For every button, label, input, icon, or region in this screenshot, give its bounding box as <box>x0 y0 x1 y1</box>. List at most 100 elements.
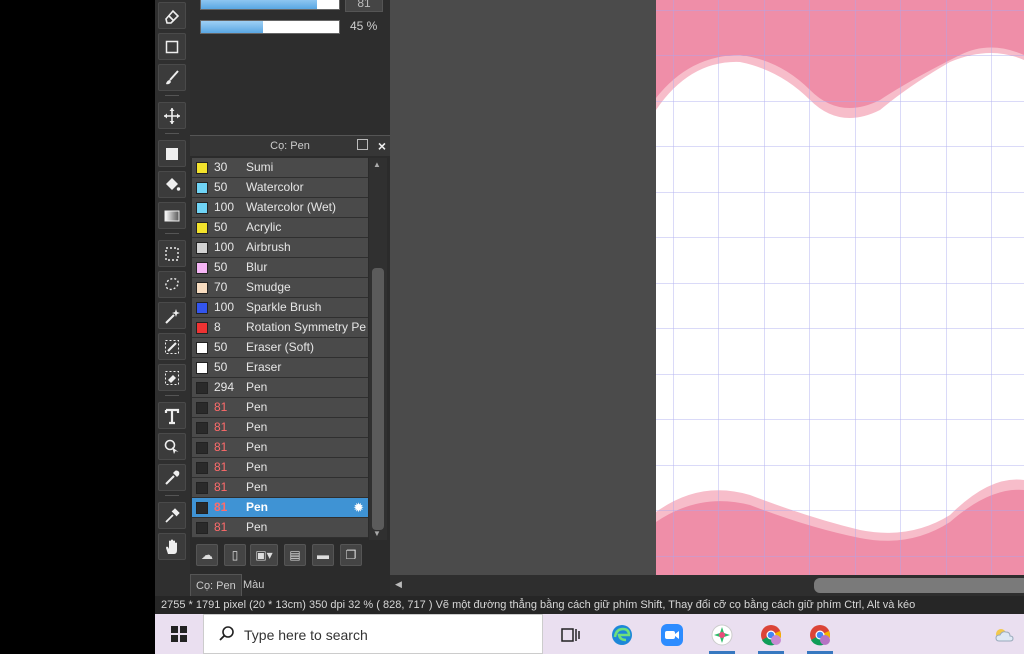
brush-row[interactable]: 50 Watercolor <box>192 178 368 198</box>
brush-row[interactable]: 30 Sumi <box>192 158 368 178</box>
search-box[interactable]: Type here to search <box>203 614 543 654</box>
move-tool-icon[interactable] <box>158 102 186 129</box>
eraser-tool-icon[interactable] <box>158 2 186 29</box>
brush-color-swatch[interactable] <box>196 322 208 334</box>
tab-color[interactable]: Màu <box>238 574 269 596</box>
brush-size: 81 <box>214 520 228 534</box>
chrome-profile-icon[interactable] <box>801 619 839 654</box>
cloud-brush-icon[interactable]: ☁ <box>196 544 218 566</box>
brush-row[interactable]: 50 Blur <box>192 258 368 278</box>
brush-size: 81 <box>214 440 228 454</box>
size-slider[interactable] <box>200 0 340 10</box>
hscroll-thumb[interactable] <box>814 578 1024 593</box>
brush-row[interactable]: 100 Sparkle Brush <box>192 298 368 318</box>
zoom-icon[interactable] <box>653 619 691 651</box>
tab-brush[interactable]: Cọ: Pen <box>190 574 242 596</box>
lasso-tool-icon[interactable] <box>158 271 186 298</box>
brush-row[interactable]: 81 Pen <box>192 458 368 478</box>
scroll-up-icon[interactable]: ▲ <box>373 160 381 169</box>
brush-color-swatch[interactable] <box>196 362 208 374</box>
select-pen-tool-icon[interactable] <box>158 333 186 360</box>
brush-row[interactable]: 50 Eraser (Soft) <box>192 338 368 358</box>
brush-row[interactable]: 100 Airbrush <box>192 238 368 258</box>
brush-color-swatch[interactable] <box>196 302 208 314</box>
operation-tool-icon[interactable] <box>158 433 186 460</box>
text-tool-icon[interactable] <box>158 402 186 429</box>
rectangle-tool-icon[interactable] <box>158 33 186 60</box>
gradient-tool-icon[interactable] <box>158 202 186 229</box>
folder-icon[interactable]: ▬ <box>312 544 334 566</box>
brush-row[interactable]: 81 Pen <box>192 418 368 438</box>
drawing-canvas[interactable] <box>390 0 1024 575</box>
size-value[interactable]: 81 <box>345 0 383 12</box>
brush-row[interactable]: 50 Acrylic <box>192 218 368 238</box>
brush-color-swatch[interactable] <box>196 402 208 414</box>
hand-tool-icon[interactable] <box>158 533 186 560</box>
windows-start-icon[interactable] <box>171 626 187 642</box>
popout-icon[interactable] <box>357 139 368 150</box>
brush-color-swatch[interactable] <box>196 462 208 474</box>
brush-color-swatch[interactable] <box>196 342 208 354</box>
brush-row[interactable]: 100 Watercolor (Wet) <box>192 198 368 218</box>
new-brush-icon[interactable]: ▯ <box>224 544 246 566</box>
brush-color-swatch[interactable] <box>196 442 208 454</box>
brush-size: 8 <box>214 320 221 334</box>
brush-size: 50 <box>214 180 228 194</box>
brush-row[interactable]: 81 Pen <box>192 398 368 418</box>
brush-row[interactable]: 50 Eraser <box>192 358 368 378</box>
brush-name: Pen <box>246 500 269 514</box>
brush-color-swatch[interactable] <box>196 162 208 174</box>
brush-row[interactable]: 81 Pen <box>192 478 368 498</box>
brush-size: 100 <box>214 300 235 314</box>
brush-name: Pen <box>246 520 268 534</box>
brush-row[interactable]: 81 Pen <box>192 438 368 458</box>
brush-row[interactable]: 8 Rotation Symmetry Pe <box>192 318 368 338</box>
chrome-icon[interactable] <box>752 619 790 654</box>
magic-wand-tool-icon[interactable] <box>158 302 186 329</box>
brush-row[interactable]: 294 Pen <box>192 378 368 398</box>
canvas-area[interactable] <box>390 0 1024 575</box>
fill-rect-tool-icon[interactable] <box>158 140 186 167</box>
bucket-tool-icon[interactable] <box>158 171 186 198</box>
brush-name: Eraser (Soft) <box>246 340 315 354</box>
eyedropper-tool-icon[interactable] <box>158 502 186 529</box>
brush-tool-icon[interactable] <box>158 64 186 91</box>
scroll-down-icon[interactable]: ▼ <box>373 529 381 538</box>
task-view-icon[interactable] <box>551 619 589 651</box>
gear-icon[interactable]: ✹ <box>353 498 364 517</box>
select-rect-tool-icon[interactable] <box>158 240 186 267</box>
search-placeholder: Type here to search <box>244 627 368 643</box>
close-icon[interactable]: × <box>378 136 386 156</box>
brush-panel-toolbar: ☁ ▯ ▣▾ ▤ ▬ ❐ <box>192 541 388 569</box>
brush-row[interactable]: 70 Smudge <box>192 278 368 298</box>
brush-settings-icon[interactable]: ▤ <box>284 544 306 566</box>
select-eraser-tool-icon[interactable] <box>158 364 186 391</box>
dropper-tool-icon[interactable] <box>158 464 186 491</box>
brush-size: 81 <box>214 400 228 414</box>
brush-color-swatch[interactable] <box>196 482 208 494</box>
add-brush-dropdown-icon[interactable]: ▣▾ <box>250 544 278 566</box>
brush-color-swatch[interactable] <box>196 382 208 394</box>
scroll-left-icon[interactable]: ◀ <box>395 579 402 590</box>
brush-color-swatch[interactable] <box>196 242 208 254</box>
brush-settings: 81 45 % <box>190 0 390 135</box>
density-slider[interactable] <box>200 20 340 34</box>
brush-color-swatch[interactable] <box>196 422 208 434</box>
brush-color-swatch[interactable] <box>196 262 208 274</box>
brush-list-scrollbar[interactable]: ▲ ▼ <box>369 158 387 540</box>
brush-row[interactable]: 81 Pen ✹ <box>192 498 368 518</box>
brush-color-swatch[interactable] <box>196 522 208 534</box>
brush-color-swatch[interactable] <box>196 502 208 514</box>
brush-color-swatch[interactable] <box>196 282 208 294</box>
duplicate-icon[interactable]: ❐ <box>340 544 362 566</box>
brush-color-swatch[interactable] <box>196 182 208 194</box>
scrollbar-thumb[interactable] <box>372 268 384 530</box>
brush-size: 70 <box>214 280 228 294</box>
weather-cloud-icon[interactable] <box>985 619 1023 651</box>
edge-icon[interactable] <box>603 619 641 651</box>
canvas-hscrollbar[interactable]: ◀ <box>390 575 1024 596</box>
brush-color-swatch[interactable] <box>196 222 208 234</box>
brush-color-swatch[interactable] <box>196 202 208 214</box>
medibang-icon[interactable] <box>703 619 741 654</box>
brush-row[interactable]: 81 Pen <box>192 518 368 538</box>
